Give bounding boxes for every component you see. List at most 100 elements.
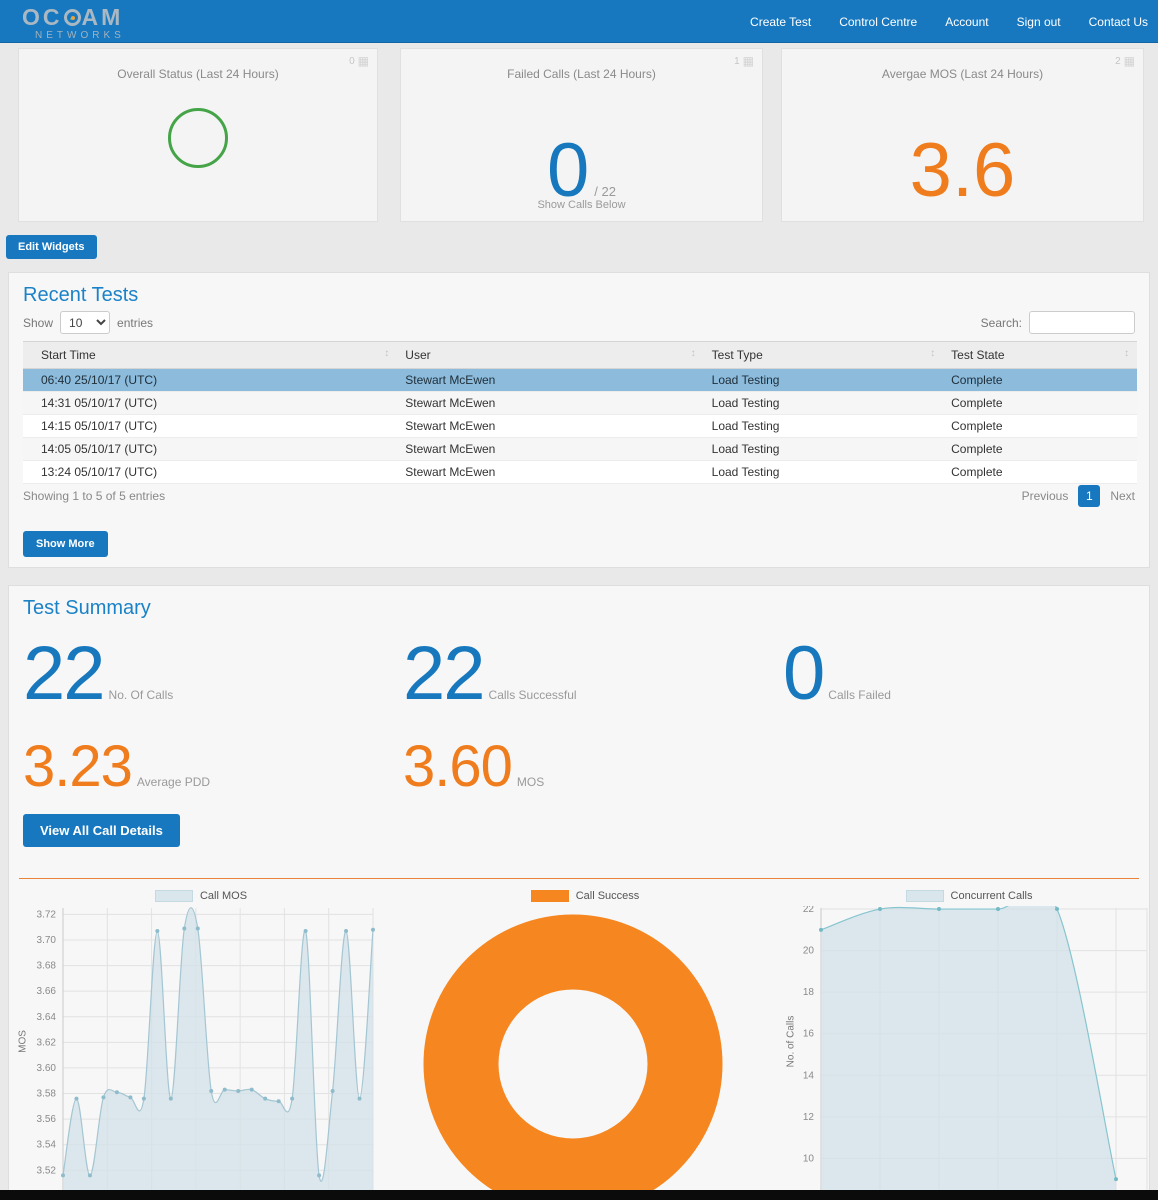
svg-text:3.62: 3.62 bbox=[37, 1037, 57, 1048]
cell-user: Stewart McEwen bbox=[397, 392, 703, 415]
chart-concurrent-calls: Concurrent Calls No. of Calls 2220181614… bbox=[779, 886, 1158, 1200]
y-axis-label: No. of Calls bbox=[786, 982, 797, 1102]
pagination-previous[interactable]: Previous bbox=[1022, 489, 1069, 503]
search-label: Search: bbox=[981, 316, 1022, 330]
legend-label: Call MOS bbox=[200, 890, 247, 902]
svg-text:10: 10 bbox=[803, 1153, 815, 1164]
page-size-select[interactable]: 10 bbox=[60, 311, 110, 334]
stat-value: 3.23 bbox=[23, 738, 132, 796]
column-header-start-time[interactable]: Start Time↕ bbox=[23, 342, 397, 369]
svg-text:3.66: 3.66 bbox=[37, 986, 57, 997]
table-row[interactable]: 14:15 05/10/17 (UTC) Stewart McEwen Load… bbox=[23, 415, 1137, 438]
widget-title: Overall Status (Last 24 Hours) bbox=[19, 67, 377, 81]
recent-tests-table: Start Time↕ User↕ Test Type↕ Test State↕… bbox=[23, 341, 1137, 484]
pagination-page-1[interactable]: 1 bbox=[1078, 485, 1100, 507]
cell-start-time: 14:31 05/10/17 (UTC) bbox=[23, 392, 397, 415]
test-summary-panel: Test Summary 22 No. Of Calls 22 Calls Su… bbox=[8, 585, 1150, 1200]
call-mos-area-chart: 3.723.703.683.663.643.623.603.583.563.54… bbox=[11, 906, 391, 1200]
cell-user: Stewart McEwen bbox=[397, 438, 703, 461]
cell-test-state: Complete bbox=[943, 415, 1137, 438]
column-header-test-type[interactable]: Test Type↕ bbox=[704, 342, 944, 369]
svg-text:3.56: 3.56 bbox=[37, 1114, 57, 1125]
svg-text:3.58: 3.58 bbox=[37, 1089, 57, 1100]
search-control: Search: bbox=[981, 311, 1135, 334]
view-all-call-details-button[interactable]: View All Call Details bbox=[23, 814, 180, 847]
stat-calls-failed: 0 Calls Failed bbox=[783, 636, 891, 712]
recent-tests-heading: Recent Tests bbox=[23, 284, 138, 307]
logo-text-right: AM bbox=[82, 4, 124, 31]
cell-test-type: Load Testing bbox=[704, 415, 944, 438]
entries-summary-text: Showing 1 to 5 of 5 entries bbox=[23, 489, 165, 503]
show-calls-below-link[interactable]: Show Calls Below bbox=[401, 199, 762, 211]
svg-text:18: 18 bbox=[803, 987, 815, 998]
grid-icon: ▦ bbox=[358, 54, 369, 68]
stat-label: No. Of Calls bbox=[109, 688, 174, 702]
nav-item-account[interactable]: Account bbox=[945, 15, 988, 29]
svg-text:3.52: 3.52 bbox=[37, 1165, 57, 1176]
occam-logo: OC AM NETWORKS bbox=[22, 4, 125, 41]
widget-title: Failed Calls (Last 24 Hours) bbox=[401, 67, 762, 81]
recent-tests-panel: Recent Tests Show 10 entries Search: Sta… bbox=[8, 272, 1150, 568]
legend-swatch-icon bbox=[155, 890, 193, 902]
legend-call-success[interactable]: Call Success bbox=[401, 886, 769, 906]
table-row[interactable]: 14:31 05/10/17 (UTC) Stewart McEwen Load… bbox=[23, 392, 1137, 415]
failed-calls-value: 0 bbox=[547, 133, 589, 209]
cell-start-time: 14:05 05/10/17 (UTC) bbox=[23, 438, 397, 461]
svg-text:16: 16 bbox=[803, 1029, 815, 1040]
widget-failed-calls: 1 ▦ Failed Calls (Last 24 Hours) 0 / 22 … bbox=[400, 48, 763, 222]
table-controls: Show 10 entries Search: bbox=[23, 311, 1135, 335]
logo-wordmark: OC AM bbox=[22, 4, 125, 31]
nav-item-sign-out[interactable]: Sign out bbox=[1017, 15, 1061, 29]
table-row[interactable]: 13:24 05/10/17 (UTC) Stewart McEwen Load… bbox=[23, 461, 1137, 484]
nav-item-control-centre[interactable]: Control Centre bbox=[839, 15, 917, 29]
widget-title: Avergae MOS (Last 24 Hours) bbox=[782, 67, 1143, 81]
svg-text:3.70: 3.70 bbox=[37, 935, 57, 946]
top-nav: OC AM NETWORKS Create Test Control Centr… bbox=[0, 0, 1158, 43]
legend-swatch-icon bbox=[906, 890, 944, 902]
widget-drag-handle[interactable]: 1 ▦ bbox=[734, 54, 754, 68]
edit-widgets-button[interactable]: Edit Widgets bbox=[6, 235, 97, 259]
dashboard-page: OC AM NETWORKS Create Test Control Centr… bbox=[0, 0, 1158, 1200]
status-ok-circle bbox=[168, 108, 228, 168]
sort-icon: ↕ bbox=[691, 348, 696, 359]
nav-item-create-test[interactable]: Create Test bbox=[750, 15, 811, 29]
column-header-test-state[interactable]: Test State↕ bbox=[943, 342, 1137, 369]
cell-user: Stewart McEwen bbox=[397, 415, 703, 438]
legend-swatch-icon bbox=[531, 890, 569, 902]
pagination-next[interactable]: Next bbox=[1110, 489, 1135, 503]
legend-concurrent-calls[interactable]: Concurrent Calls bbox=[779, 886, 1158, 906]
stat-value: 22 bbox=[403, 636, 484, 712]
cell-start-time: 06:40 25/10/17 (UTC) bbox=[23, 369, 397, 392]
show-more-button[interactable]: Show More bbox=[23, 531, 108, 557]
table-row[interactable]: 14:05 05/10/17 (UTC) Stewart McEwen Load… bbox=[23, 438, 1137, 461]
summary-divider bbox=[19, 878, 1139, 879]
legend-call-mos[interactable]: Call MOS bbox=[11, 886, 391, 906]
widget-drag-handle[interactable]: 0 ▦ bbox=[349, 54, 369, 68]
logo-text-left: OC bbox=[22, 4, 63, 31]
widget-overall-status: 0 ▦ Overall Status (Last 24 Hours) bbox=[18, 48, 378, 222]
stat-value: 3.60 bbox=[403, 738, 512, 796]
cell-test-type: Load Testing bbox=[704, 392, 944, 415]
column-header-user[interactable]: User↕ bbox=[397, 342, 703, 369]
stat-label: Calls Successful bbox=[489, 688, 577, 702]
widget-index: 1 bbox=[734, 56, 740, 67]
failed-calls-total: / 22 bbox=[594, 184, 616, 199]
legend-label: Call Success bbox=[576, 890, 640, 902]
sort-icon: ↕ bbox=[1124, 348, 1129, 359]
widget-drag-handle[interactable]: 2 ▦ bbox=[1115, 54, 1135, 68]
search-input[interactable] bbox=[1029, 311, 1135, 334]
pagination: Previous 1 Next bbox=[1022, 485, 1135, 507]
stat-average-pdd: 3.23 Average PDD bbox=[23, 738, 210, 796]
y-axis-label: MOS bbox=[18, 982, 29, 1102]
table-row[interactable]: 06:40 25/10/17 (UTC) Stewart McEwen Load… bbox=[23, 369, 1137, 392]
stat-mos: 3.60 MOS bbox=[403, 738, 544, 796]
svg-text:3.72: 3.72 bbox=[37, 909, 57, 920]
entries-label: entries bbox=[117, 316, 153, 330]
cell-test-type: Load Testing bbox=[704, 369, 944, 392]
chart-call-success: Call Success bbox=[401, 886, 769, 1200]
logo-subtitle: NETWORKS bbox=[35, 30, 125, 41]
svg-text:20: 20 bbox=[803, 946, 815, 957]
svg-text:14: 14 bbox=[803, 1070, 815, 1081]
cell-user: Stewart McEwen bbox=[397, 461, 703, 484]
nav-item-contact-us[interactable]: Contact Us bbox=[1089, 15, 1148, 29]
